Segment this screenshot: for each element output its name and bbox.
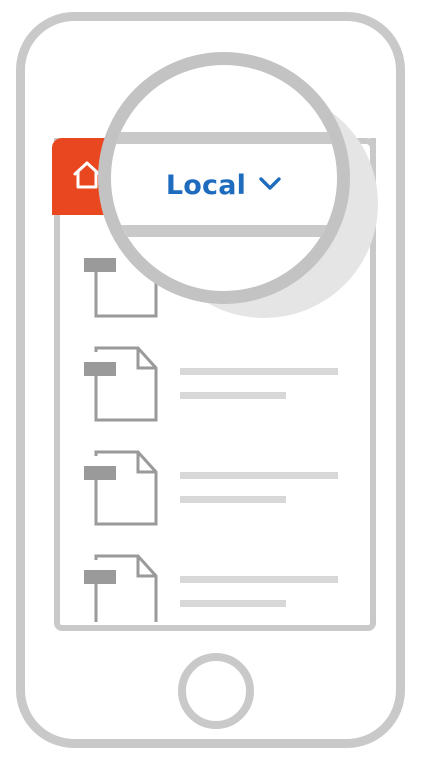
location-dropdown[interactable]: Local: [111, 170, 337, 202]
header-edge-top: [111, 132, 337, 144]
chevron-down-icon: [258, 168, 282, 199]
file-name-placeholder: [180, 472, 338, 479]
list-item[interactable]: [84, 448, 344, 526]
home-button[interactable]: [178, 653, 254, 729]
list-item[interactable]: [84, 552, 344, 622]
file-icon: [84, 346, 158, 422]
file-meta-placeholder: [180, 496, 286, 503]
file-name-placeholder: [180, 368, 338, 375]
file-meta-placeholder: [180, 392, 286, 399]
magnifier: Local: [98, 52, 350, 304]
location-label: Local: [165, 170, 247, 201]
list-item[interactable]: [84, 344, 344, 422]
file-name-placeholder: [180, 576, 338, 583]
file-icon: [84, 554, 158, 622]
file-icon: [84, 450, 158, 526]
file-meta-placeholder: [180, 600, 286, 607]
header-edge-bottom: [111, 225, 337, 237]
